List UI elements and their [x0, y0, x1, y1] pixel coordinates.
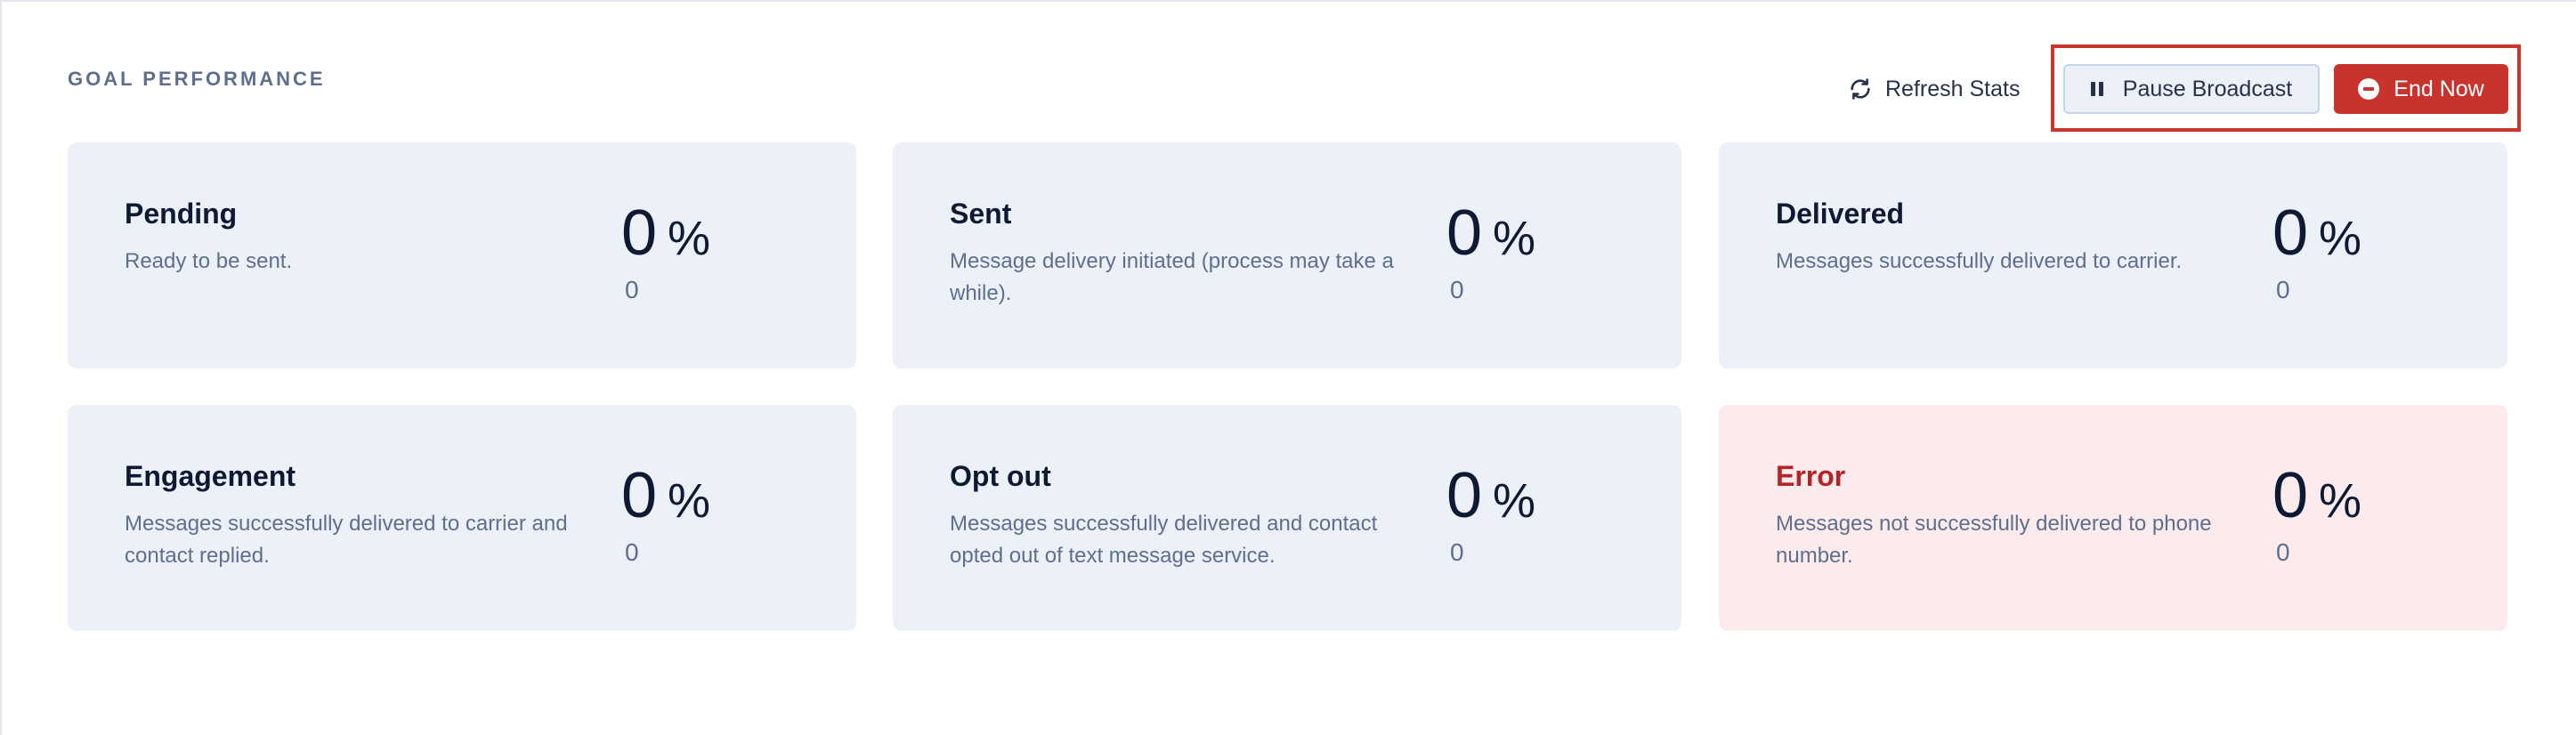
stat-card-engagement: Engagement Messages successfully deliver…	[68, 405, 856, 631]
card-count: 0	[625, 276, 639, 303]
card-percent: 0 %	[621, 198, 710, 269]
card-title: Error	[1776, 460, 1846, 492]
card-count: 0	[625, 538, 639, 566]
percent-value: 0	[621, 198, 658, 269]
percent-symbol: %	[668, 474, 711, 528]
stat-card-pending: Pending Ready to be sent. 0 % 0	[68, 142, 856, 368]
card-count: 0	[1450, 538, 1464, 566]
card-description: Message delivery initiated (process may …	[950, 249, 1394, 305]
end-now-label: End Now	[2394, 76, 2484, 101]
percent-symbol: %	[668, 212, 711, 265]
goal-performance-panel: GOAL PERFORMANCE Refresh Stats Pause Bro…	[0, 0, 2576, 735]
percent-symbol: %	[1493, 474, 1536, 528]
card-count: 0	[2276, 276, 2290, 303]
card-count: 0	[2276, 538, 2290, 566]
card-percent: 0 %	[621, 460, 710, 531]
card-title: Pending	[125, 198, 238, 230]
refresh-stats-label: Refresh Stats	[1885, 76, 2021, 101]
card-title: Delivered	[1776, 198, 1905, 230]
percent-value: 0	[2272, 460, 2309, 531]
card-percent: 0 %	[2272, 460, 2361, 531]
card-description: Messages successfully delivered and cont…	[950, 512, 1378, 568]
minus-circle-icon	[2358, 78, 2380, 100]
stat-card-opt-out: Opt out Messages successfully delivered …	[893, 405, 1681, 631]
pause-broadcast-label: Pause Broadcast	[2122, 76, 2293, 101]
card-count: 0	[1450, 276, 1464, 303]
refresh-icon	[1851, 78, 1870, 100]
stat-card-sent: Sent Message delivery initiated (process…	[893, 142, 1681, 368]
percent-symbol: %	[1493, 212, 1536, 265]
stat-card-error: Error Messages not successfully delivere…	[1719, 405, 2507, 631]
section-title: GOAL PERFORMANCE	[68, 68, 326, 90]
card-description: Messages successfully delivered to carri…	[125, 512, 568, 568]
card-title: Engagement	[125, 460, 296, 492]
percent-symbol: %	[2319, 212, 2362, 265]
refresh-stats-button[interactable]: Refresh Stats	[1848, 71, 2020, 107]
percent-value: 0	[1446, 460, 1483, 531]
card-description: Messages not successfully delivered to p…	[1776, 512, 2212, 568]
card-percent: 0 %	[1446, 460, 1535, 531]
card-description: Ready to be sent.	[125, 249, 293, 273]
percent-value: 0	[2272, 198, 2309, 269]
card-percent: 0 %	[1446, 198, 1535, 269]
card-title: Opt out	[950, 460, 1051, 492]
card-description: Messages successfully delivered to carri…	[1776, 249, 2183, 273]
pause-icon	[2090, 82, 2103, 96]
percent-value: 0	[1446, 198, 1483, 269]
percent-value: 0	[621, 460, 658, 531]
percent-symbol: %	[2319, 474, 2362, 528]
card-title: Sent	[950, 198, 1012, 230]
pause-broadcast-button[interactable]: Pause Broadcast	[2063, 64, 2320, 114]
card-percent: 0 %	[2272, 198, 2361, 269]
end-now-button[interactable]: End Now	[2334, 64, 2508, 114]
stat-card-delivered: Delivered Messages successfully delivere…	[1719, 142, 2507, 368]
